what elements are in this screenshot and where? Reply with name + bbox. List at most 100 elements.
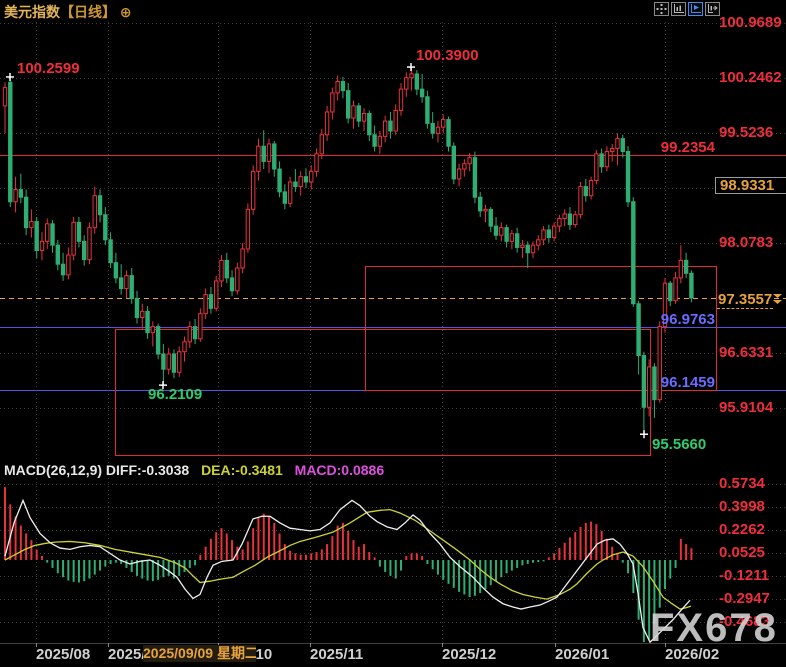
candle-body [674,278,677,301]
candle-body [209,295,212,309]
candle-body [40,241,43,250]
candle-body [415,74,418,89]
candle-body [436,127,439,133]
candle-body [77,222,80,241]
candle-body [204,295,207,314]
candle-body [56,245,59,264]
candle-body [373,135,376,146]
candle-body [526,245,529,253]
candle-body [119,278,122,289]
candle-body [30,222,33,228]
candle-body [193,327,196,339]
candle-body [463,164,466,169]
candle-body [167,354,170,369]
candle-body [494,226,497,235]
candle-body [389,121,392,131]
candle-body [288,182,291,203]
candle-body [600,154,603,167]
candle-body [669,283,672,301]
candle-body [104,215,107,240]
candle-body [542,230,545,240]
candle-body [130,276,133,299]
candle-body [442,120,445,128]
candle-body [632,202,635,304]
candle-body [690,273,693,298]
candle-body [162,354,165,369]
candle-body [347,91,350,118]
axis-chart-icon[interactable] [671,2,686,16]
candle-body [452,146,455,179]
candle-body [294,182,297,187]
drawn-rectangle [116,330,651,456]
candle-body [341,82,344,91]
candle-body [304,177,307,182]
move-icon[interactable] [654,2,669,16]
candle-body [468,158,471,164]
candle-body [230,278,233,291]
candle-body [410,74,413,78]
candle-body [336,82,339,93]
candle-body [114,263,117,278]
candle-body [426,97,429,124]
candle-body [574,215,577,225]
candle-body [584,187,587,196]
candle-body [236,268,239,291]
add-indicator-icon[interactable]: ⊕ [120,4,132,20]
candle-body [251,171,254,209]
candle-body [88,228,91,260]
candle-body [146,311,149,332]
candle-body [151,327,154,333]
candle-body [568,214,571,225]
candle-body [394,110,397,131]
candle-body [357,106,360,121]
candle-body [125,276,128,289]
candle-body [552,226,555,237]
candle-body [67,255,70,275]
candle-body [325,112,328,135]
candle-body [72,222,75,255]
candle-body [141,311,144,317]
candle-body [637,304,640,356]
candle-body [93,196,96,228]
candle-body [473,158,476,198]
candle-body [605,152,608,167]
candle-body [378,136,381,146]
candle-body [368,113,371,134]
candle-body [531,245,534,253]
candle-body [3,88,6,106]
candle-body [484,209,487,211]
candle-body [9,82,12,201]
candle-body [331,93,334,112]
axis-exit-icon[interactable] [705,2,720,16]
candle-body [178,352,181,373]
candle-body [310,171,313,182]
candle-body [510,234,513,242]
candle-body [278,169,281,192]
candle-body [183,342,186,352]
candle-body [589,180,592,195]
candle-body [505,228,508,242]
candle-body [246,209,249,249]
candle-body [500,228,503,236]
candle-body [172,354,175,372]
period-label: 【日线】 [60,4,116,20]
axis-flag-icon[interactable] [688,2,703,16]
candle-body [283,192,286,203]
candle-body [579,187,582,215]
diff-line [5,500,690,642]
candle-body [489,209,492,226]
candle-body [14,190,17,202]
chart-canvas[interactable] [0,0,786,667]
candle-body [642,356,645,408]
candle-body [383,121,386,136]
candle-body [653,367,656,400]
candle-body [521,245,524,247]
candle-body [220,260,223,281]
candle-body [663,283,666,326]
chart-title: 美元指数【日线】 ⊕ [4,2,132,22]
candle-body [267,144,270,162]
candle-body [156,327,159,354]
candle-body [299,177,302,187]
candle-body [515,234,518,248]
candle-body [447,120,450,147]
